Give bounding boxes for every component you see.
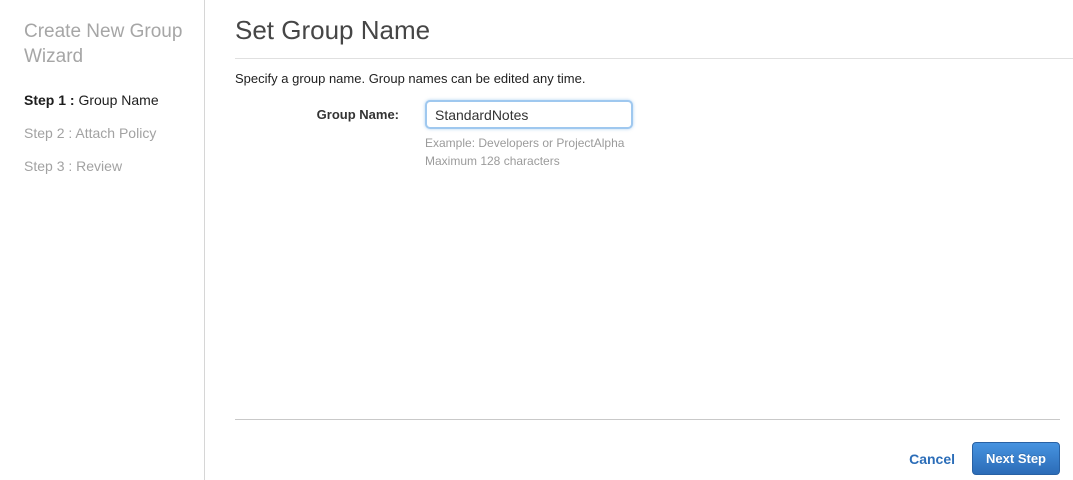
page-description: Specify a group name. Group names can be… bbox=[235, 71, 586, 86]
step-2-prefix: Step 2 : bbox=[24, 125, 73, 141]
next-step-button[interactable]: Next Step bbox=[972, 442, 1060, 475]
step-1-label: Group Name bbox=[78, 92, 159, 108]
wizard-sidebar: Create New Group Wizard Step 1 : Group N… bbox=[0, 0, 205, 480]
hint-example: Example: Developers or ProjectAlpha bbox=[425, 136, 625, 150]
wizard-title: Create New Group Wizard bbox=[24, 21, 183, 67]
group-name-form-row: Group Name: bbox=[235, 100, 1060, 129]
group-name-hints: Example: Developers or ProjectAlpha Maxi… bbox=[425, 134, 1060, 170]
page-title: Set Group Name bbox=[235, 15, 1073, 59]
wizard-main-panel: Set Group Name Specify a group name. Gro… bbox=[205, 0, 1073, 480]
group-name-label: Group Name: bbox=[316, 107, 399, 122]
step-1-prefix: Step 1 : bbox=[24, 92, 75, 108]
step-2-label: Attach Policy bbox=[75, 125, 157, 141]
create-group-wizard-page: Create New Group Wizard Step 1 : Group N… bbox=[0, 0, 1073, 480]
sidebar-step-2-attach-policy: Step 2 : Attach Policy bbox=[24, 126, 186, 140]
step-3-prefix: Step 3 : bbox=[24, 158, 73, 174]
hint-max-characters: Maximum 128 characters bbox=[425, 154, 560, 168]
sidebar-step-1-group-name: Step 1 : Group Name bbox=[24, 93, 186, 107]
step-3-label: Review bbox=[76, 158, 123, 174]
group-name-input[interactable] bbox=[425, 100, 633, 129]
wizard-footer: Cancel Next Step bbox=[235, 419, 1060, 475]
cancel-button[interactable]: Cancel bbox=[909, 451, 955, 467]
sidebar-step-3-review: Step 3 : Review bbox=[24, 159, 186, 173]
